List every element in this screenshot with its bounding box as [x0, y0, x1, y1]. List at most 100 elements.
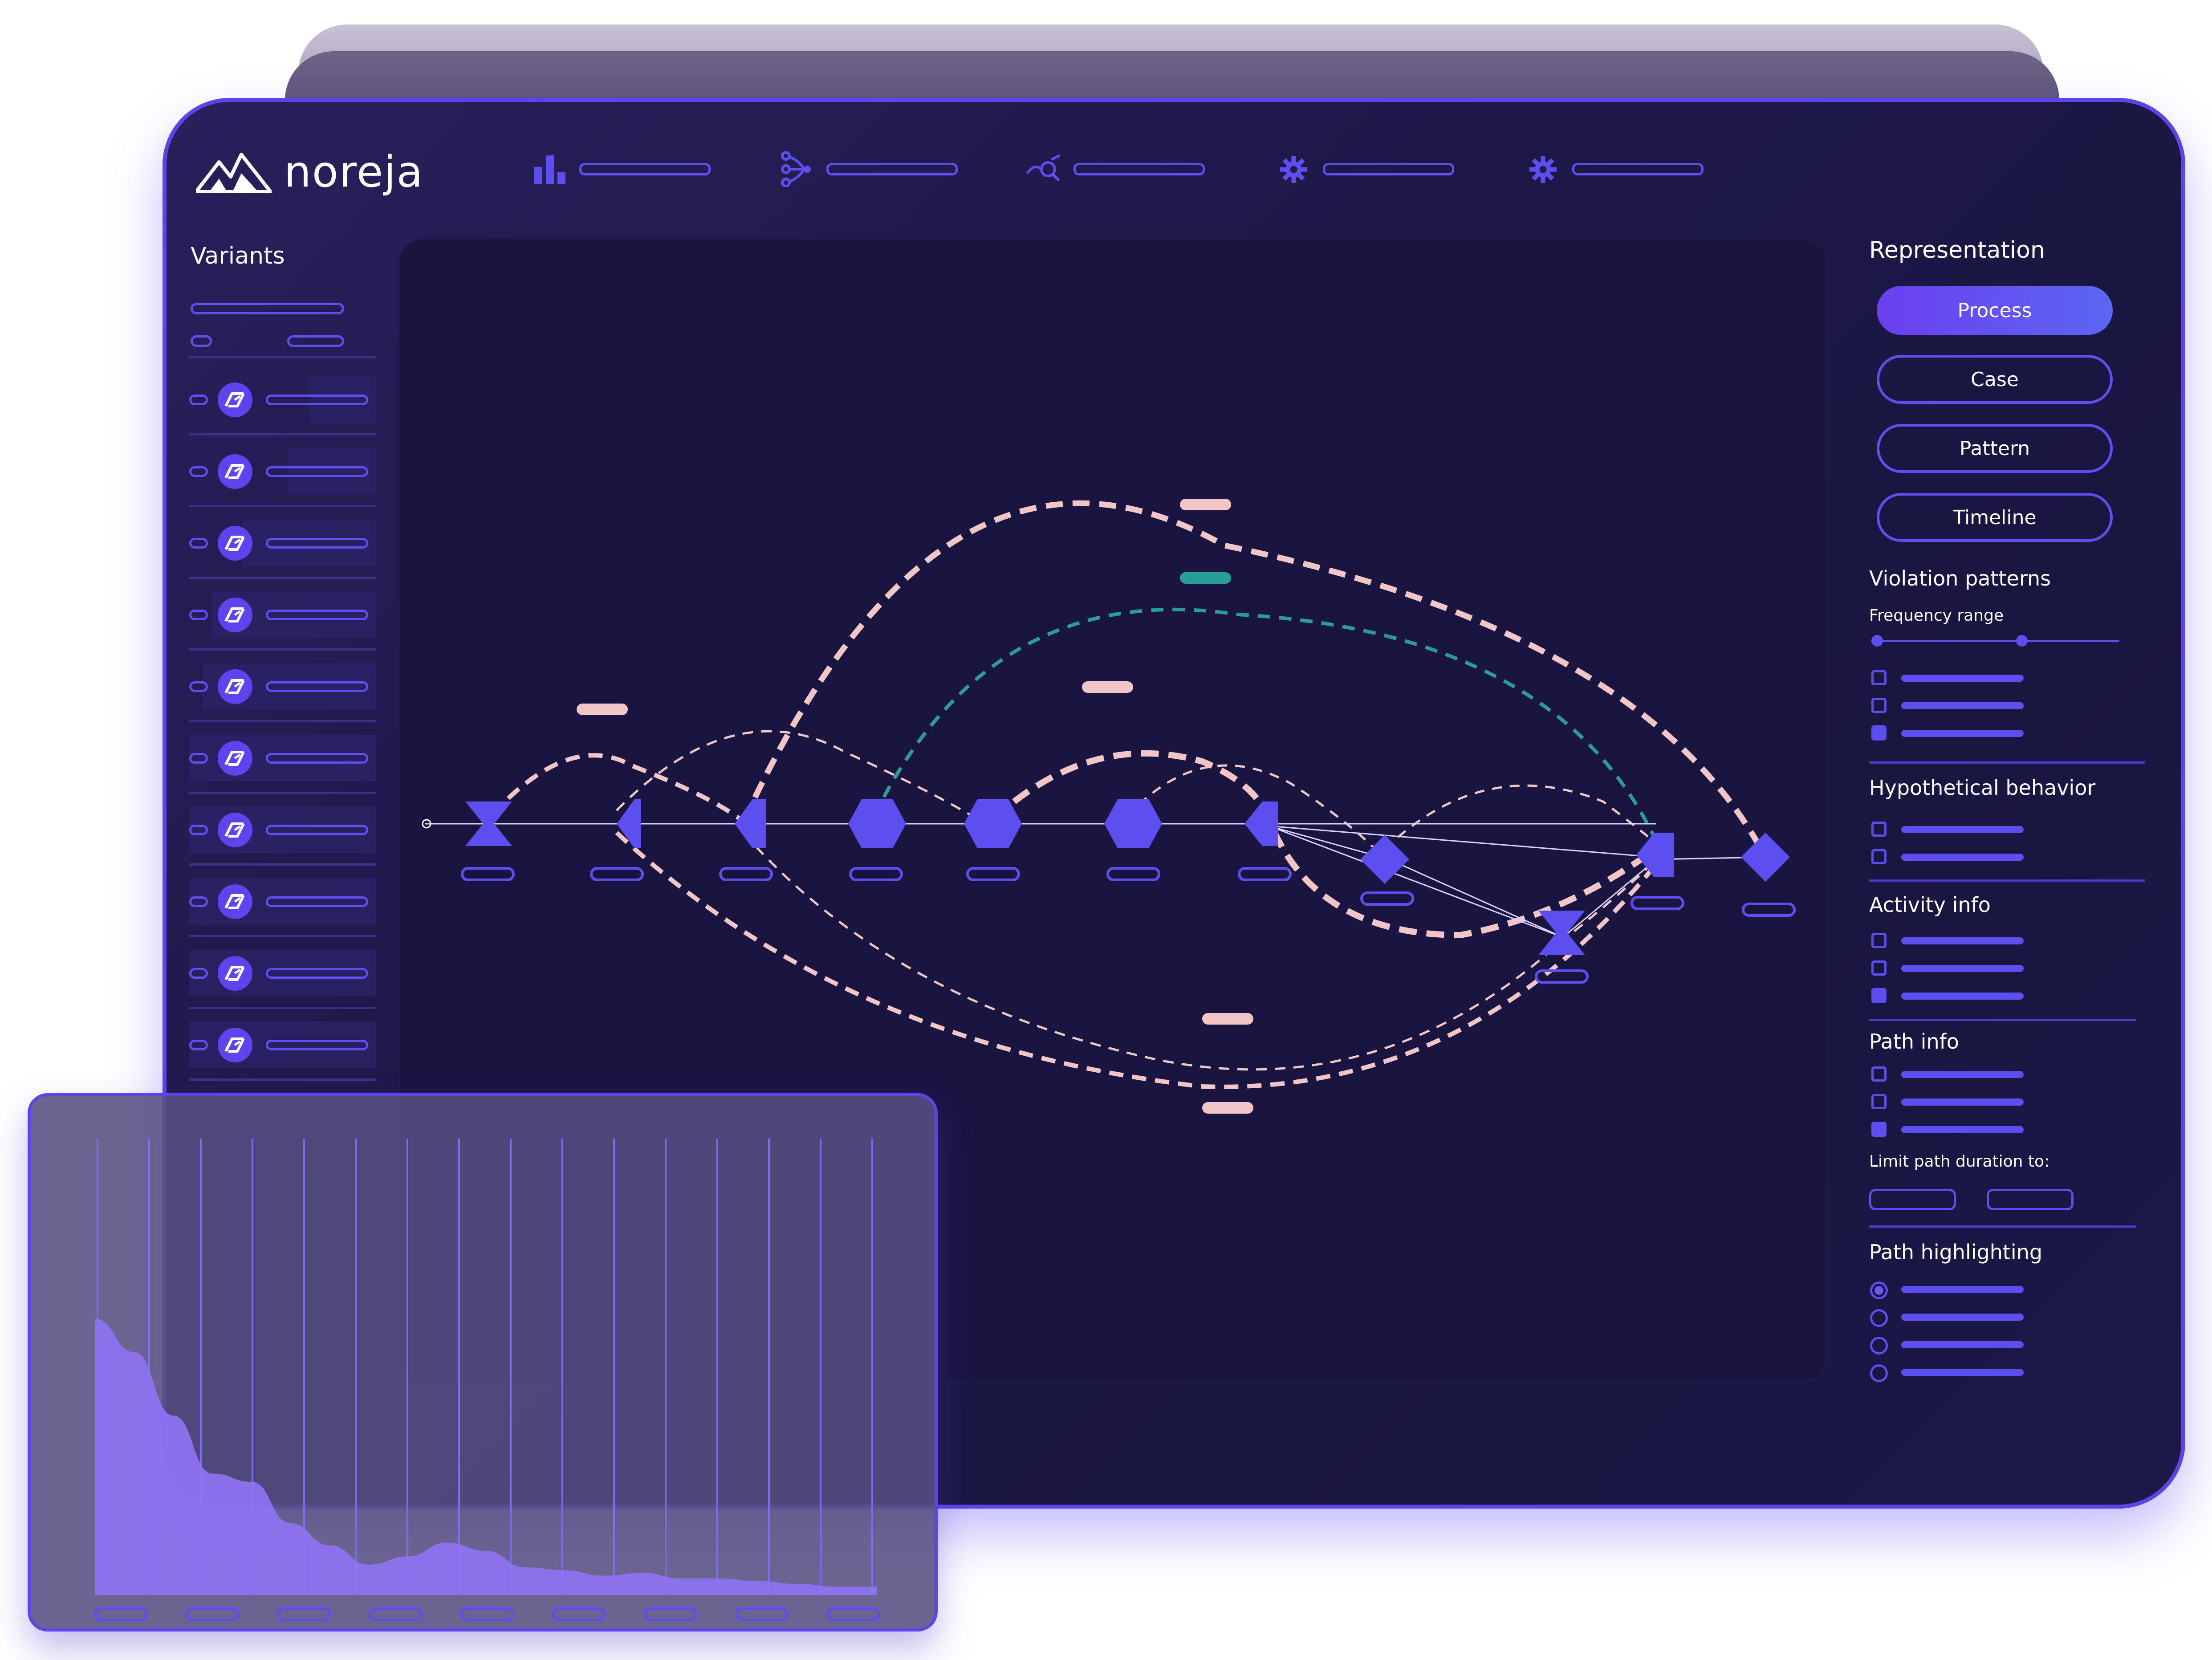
variant-row[interactable] — [189, 945, 376, 1001]
chart-x-tick-label — [94, 1607, 148, 1621]
divider — [1869, 1019, 2136, 1021]
edge-label — [1202, 1102, 1253, 1114]
nav-item-label — [1073, 163, 1205, 175]
variant-label — [266, 968, 368, 979]
logo[interactable]: noreja — [196, 147, 424, 197]
option-label — [1901, 702, 2024, 709]
distribution-chart — [94, 1139, 880, 1621]
nav-item-configuration[interactable] — [1525, 147, 1704, 191]
chart-x-tick-label — [460, 1607, 514, 1621]
path-highlight-radio[interactable] — [1870, 1282, 1888, 1299]
node-label — [1535, 969, 1589, 984]
variant-label — [266, 466, 368, 477]
option-label — [1901, 965, 2024, 972]
option-label — [1901, 937, 2024, 944]
path-highlight-radio[interactable] — [1870, 1337, 1888, 1355]
nav-item-process[interactable] — [779, 147, 958, 191]
divider — [189, 433, 376, 435]
variant-select-toggle[interactable] — [189, 609, 208, 620]
variant-select-toggle[interactable] — [189, 896, 208, 907]
variant-select-toggle[interactable] — [189, 681, 208, 692]
nav-item-analytics[interactable] — [532, 147, 711, 191]
path-highlight-radio[interactable] — [1870, 1309, 1888, 1327]
variant-icon — [218, 669, 252, 704]
path-edge-dashed — [991, 750, 1650, 939]
chart-x-tick-label — [735, 1607, 789, 1621]
option-checkbox[interactable] — [1871, 725, 1887, 740]
divider — [189, 935, 376, 937]
option-label — [1901, 1369, 2024, 1376]
representation-title: Representation — [1869, 237, 2045, 264]
option-checkbox[interactable] — [1871, 670, 1887, 685]
variant-row[interactable] — [189, 372, 376, 427]
variant-row[interactable] — [189, 1017, 376, 1073]
node-label — [1631, 896, 1684, 910]
nav-item-explore[interactable] — [1026, 147, 1205, 191]
variant-select-toggle[interactable] — [189, 753, 208, 764]
distribution-chart-window[interactable] — [28, 1093, 938, 1632]
chart-area-series — [95, 1319, 877, 1595]
divider — [189, 356, 376, 358]
variant-select-toggle[interactable] — [189, 537, 208, 549]
case-button[interactable]: Case — [1877, 355, 2113, 404]
activity-node — [1538, 911, 1585, 955]
path-edge-dashed — [1397, 784, 1657, 845]
path-duration-max-input[interactable] — [1987, 1189, 2074, 1210]
option-checkbox[interactable] — [1871, 988, 1887, 1003]
timeline-button[interactable]: Timeline — [1877, 493, 2113, 542]
option-checkbox[interactable] — [1871, 933, 1887, 948]
variants-sort-toggle[interactable] — [191, 335, 212, 347]
chart-x-tick-label — [552, 1607, 606, 1621]
option-checkbox[interactable] — [1871, 822, 1887, 837]
option-label — [1901, 730, 2024, 737]
variant-label — [266, 753, 368, 764]
variant-row[interactable] — [189, 515, 376, 571]
activity-node — [848, 799, 906, 848]
option-checkbox[interactable] — [1871, 960, 1887, 976]
divider — [189, 720, 376, 722]
variant-row[interactable] — [189, 730, 376, 786]
activity-node — [735, 799, 766, 848]
node-label — [719, 867, 773, 881]
node-label — [849, 867, 903, 881]
frequency-range-min-handle[interactable] — [1871, 635, 1883, 647]
variant-label — [266, 609, 368, 620]
variant-icon — [218, 1027, 252, 1062]
option-checkbox[interactable] — [1871, 1094, 1887, 1109]
nav-item-settings[interactable] — [1276, 147, 1454, 191]
variants-filter-field[interactable] — [191, 303, 344, 314]
variant-row[interactable] — [189, 802, 376, 858]
option-checkbox[interactable] — [1871, 1122, 1887, 1137]
variant-select-toggle[interactable] — [189, 824, 208, 835]
chart-x-tick-label — [277, 1607, 331, 1621]
gear-icon — [1525, 151, 1561, 187]
process-button[interactable]: Process — [1877, 286, 2113, 335]
divider — [189, 577, 376, 579]
divider — [189, 792, 376, 794]
variant-select-toggle[interactable] — [189, 394, 208, 405]
variant-row[interactable] — [189, 587, 376, 643]
path-highlight-radio[interactable] — [1870, 1364, 1888, 1382]
frequency-range-slider[interactable] — [1877, 640, 2119, 642]
variant-select-toggle[interactable] — [189, 968, 208, 979]
variant-row[interactable] — [189, 659, 376, 714]
activity-node — [964, 799, 1022, 848]
variant-icon — [218, 454, 252, 489]
frequency-range-max-handle[interactable] — [2016, 635, 2028, 647]
variant-label — [266, 394, 368, 405]
variant-row[interactable] — [189, 443, 376, 499]
variant-select-toggle[interactable] — [189, 466, 208, 477]
option-label — [1901, 675, 2024, 682]
variant-row[interactable] — [189, 874, 376, 929]
nav-item-label — [826, 163, 958, 175]
option-checkbox[interactable] — [1871, 1066, 1887, 1082]
path-duration-min-input[interactable] — [1869, 1189, 1956, 1210]
variant-select-toggle[interactable] — [189, 1039, 208, 1050]
option-checkbox[interactable] — [1871, 849, 1887, 864]
variant-icon — [218, 956, 252, 991]
option-label — [1901, 1341, 2024, 1348]
option-checkbox[interactable] — [1871, 698, 1887, 713]
variants-sort-field[interactable] — [287, 335, 344, 347]
divider — [189, 505, 376, 507]
pattern-button[interactable]: Pattern — [1877, 424, 2113, 473]
